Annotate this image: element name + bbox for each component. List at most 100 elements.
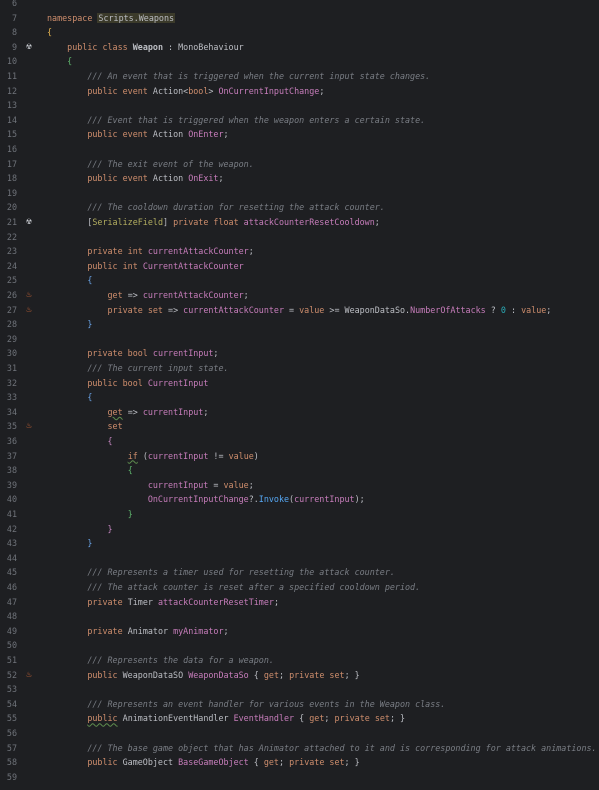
code-token: ); xyxy=(354,494,365,505)
code-token: /// The exit event of the weapon. xyxy=(87,158,254,169)
code-line[interactable]: 26 ♨ get => currentAttackCounter; xyxy=(0,288,599,303)
code-token: Action xyxy=(152,129,189,140)
code-line[interactable]: 42 } xyxy=(0,522,599,537)
code-line[interactable]: 45 /// Represents a timer used for reset… xyxy=(0,565,599,580)
code-line[interactable]: 17 /// The exit event of the weapon. xyxy=(0,157,599,172)
code-editor[interactable]: 6 7 namespace Scripts.Weapons 8{9 ☢ public c… xyxy=(0,0,599,790)
hot-path-icon[interactable]: ♨ xyxy=(22,419,36,434)
code-line[interactable]: 49 private Animator myAnimator; xyxy=(0,624,599,639)
code-token: { xyxy=(248,757,264,768)
code-text: public event Action<bool> OnCurrentInput… xyxy=(47,84,324,99)
code-line[interactable]: 10 { xyxy=(0,54,599,69)
code-token: currentInput xyxy=(147,479,209,490)
code-line[interactable]: 35 ♨ set xyxy=(0,419,599,434)
code-line[interactable]: 40 OnCurrentInputChange?.Invoke(currentI… xyxy=(0,492,599,507)
code-line[interactable]: 53 xyxy=(0,682,599,697)
code-line[interactable]: 11 /// An event that is triggered when t… xyxy=(0,69,599,84)
line-number: 50 xyxy=(6,640,17,651)
code-line[interactable]: 51 /// Represents the data for a weapon. xyxy=(0,653,599,668)
code-token: OnCurrentInputChange xyxy=(147,494,249,505)
code-token: BaseGameObject xyxy=(178,757,249,768)
code-line[interactable]: 36 { xyxy=(0,434,599,449)
code-text: public AnimationEventHandler EventHandle… xyxy=(47,711,405,726)
code-line[interactable]: 21 ☢ [SerializeField] private float attac… xyxy=(0,215,599,230)
code-line[interactable]: 54 /// Represents an event handler for v… xyxy=(0,697,599,712)
unity-icon[interactable]: ☢ xyxy=(22,40,36,55)
line-number: 55 xyxy=(6,713,17,724)
code-line[interactable]: 7 namespace Scripts.Weapons xyxy=(0,11,599,26)
code-line[interactable]: 41 } xyxy=(0,507,599,522)
code-token: currentInput xyxy=(294,494,355,505)
code-line[interactable]: 8{ xyxy=(0,25,599,40)
code-token: EventHandler xyxy=(233,713,295,724)
code-line[interactable]: 33 { xyxy=(0,390,599,405)
code-line[interactable]: 30 private bool currentInput; xyxy=(0,346,599,361)
hot-path-icon[interactable]: ♨ xyxy=(22,668,36,683)
code-token: Scripts.Weapons xyxy=(97,12,176,23)
code-line[interactable]: 39 currentInput = value; xyxy=(0,478,599,493)
code-token: => xyxy=(122,406,143,417)
code-token: ; xyxy=(374,217,380,227)
code-line[interactable]: 48 xyxy=(0,609,599,624)
code-line[interactable]: 55 public AnimationEventHandler EventHan… xyxy=(0,711,599,726)
code-line[interactable]: 19 xyxy=(0,186,599,201)
hot-path-icon[interactable]: ♨ xyxy=(22,288,36,303)
line-number: 57 xyxy=(6,742,17,753)
code-line[interactable]: 52 ♨ public WeaponDataSO WeaponDataSo { g… xyxy=(0,668,599,683)
code-line[interactable]: 44 xyxy=(0,551,599,566)
code-line[interactable]: 16 xyxy=(0,142,599,157)
code-token: WeaponDataSo xyxy=(344,304,406,315)
line-number: 52 xyxy=(6,669,17,680)
code-line[interactable]: 22 xyxy=(0,230,599,245)
code-text: /// Event that is triggered when the wea… xyxy=(47,113,425,128)
code-line[interactable]: 20 /// The cooldown duration for resetti… xyxy=(0,200,599,215)
code-line[interactable]: 47 private Timer attackCounterResetTimer… xyxy=(0,595,599,610)
code-line[interactable]: 57 /// The base game object that has Ani… xyxy=(0,741,599,756)
code-line[interactable]: 12 public event Action<bool> OnCurrentIn… xyxy=(0,84,599,99)
code-line[interactable]: 9 ☢ public class Weapon : MonoBehaviour xyxy=(0,40,599,55)
code-line[interactable]: 34 get => currentInput; xyxy=(0,405,599,420)
code-line[interactable]: 29 xyxy=(0,332,599,347)
code-token: OnCurrentInputChange xyxy=(218,85,320,96)
code-token: ; xyxy=(223,129,229,140)
code-token: CurrentInput xyxy=(147,377,209,388)
code-line[interactable]: 13 xyxy=(0,98,599,113)
code-token: OnExit xyxy=(188,173,219,184)
code-token: : xyxy=(163,41,179,52)
code-line[interactable]: 27 ♨ private set => currentAttackCounter … xyxy=(0,303,599,318)
line-number: 35 xyxy=(6,421,17,432)
code-line[interactable]: 6 xyxy=(0,0,599,11)
code-line[interactable]: 37 if (currentInput != value) xyxy=(0,449,599,464)
line-number: 30 xyxy=(6,348,17,359)
line-number: 20 xyxy=(6,202,17,213)
code-token: private float xyxy=(173,217,244,227)
code-line[interactable]: 56 xyxy=(0,726,599,741)
code-line[interactable]: 14 /// Event that is triggered when the … xyxy=(0,113,599,128)
code-line[interactable]: 43 } xyxy=(0,536,599,551)
code-line[interactable]: 15 public event Action OnEnter; xyxy=(0,127,599,142)
code-line[interactable]: 24 public int CurrentAttackCounter xyxy=(0,259,599,274)
code-text: { xyxy=(47,273,92,288)
code-line[interactable]: 31 /// The current input state. xyxy=(0,361,599,376)
code-line[interactable]: 28 } xyxy=(0,317,599,332)
code-line[interactable]: 23 private int currentAttackCounter; xyxy=(0,244,599,259)
code-line[interactable]: 50 xyxy=(0,638,599,653)
unity-icon[interactable]: ☢ xyxy=(22,215,36,230)
code-line[interactable]: 18 public event Action OnExit; xyxy=(0,171,599,186)
line-number: 48 xyxy=(6,611,17,622)
code-line[interactable]: 58 public GameObject BaseGameObject { ge… xyxy=(0,755,599,770)
code-line[interactable]: 38 { xyxy=(0,463,599,478)
code-line[interactable]: 32 public bool CurrentInput xyxy=(0,376,599,391)
hot-path-icon[interactable]: ♨ xyxy=(22,303,36,318)
code-line[interactable]: 46 /// The attack counter is reset after… xyxy=(0,580,599,595)
code-line[interactable]: 25 { xyxy=(0,273,599,288)
line-number: 14 xyxy=(6,114,17,125)
line-number: 23 xyxy=(6,246,17,257)
code-line[interactable]: 59 xyxy=(0,770,599,785)
code-token: private bool xyxy=(87,348,153,359)
